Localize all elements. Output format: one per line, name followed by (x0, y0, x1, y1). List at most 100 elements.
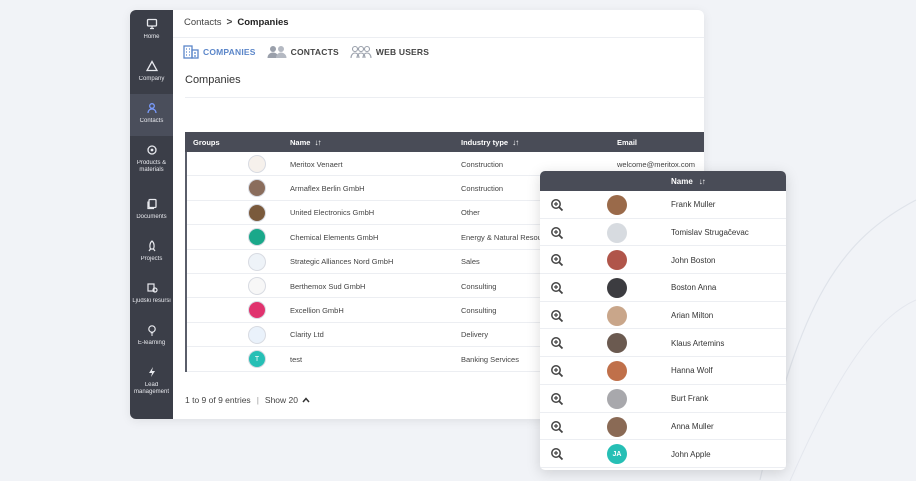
list-item[interactable]: Frank Muller (540, 191, 786, 219)
column-header-industry[interactable]: Industry type ↓↑ (461, 138, 519, 147)
popup-list: Frank Muller Tomislav Strugačevac John Bos… (540, 191, 786, 468)
documents-icon (145, 197, 159, 211)
sidebar-item-company[interactable]: Company (130, 52, 173, 94)
sidebar-item-products[interactable]: Products & materials (130, 136, 173, 178)
sidebar-item-label: E-learning (137, 340, 166, 346)
contact-name[interactable]: Boston Anna (671, 274, 716, 302)
zoom-in-icon[interactable] (550, 447, 564, 461)
contact-name[interactable]: Arian Milton (671, 302, 713, 330)
contact-name[interactable]: Tomislav Strugačevac (671, 219, 749, 247)
table-header: Groups Name ↓↑ Industry type ↓↑ Email (185, 132, 704, 152)
monitor-icon (145, 17, 159, 31)
avatar (607, 278, 627, 299)
sidebar-item-home[interactable]: Home (130, 10, 173, 52)
tab-web-users[interactable]: WEB USERS (350, 45, 429, 59)
zoom-in-icon[interactable] (550, 364, 564, 378)
avatar (607, 388, 627, 409)
breadcrumb: Contacts > Companies (184, 17, 289, 28)
list-item[interactable]: Klaus Artemins (540, 329, 786, 358)
contact-name[interactable]: Anna Muller (671, 413, 714, 441)
list-item[interactable]: Boston Anna (540, 274, 786, 302)
breadcrumb-separator: > (226, 17, 233, 28)
list-item[interactable]: Tomislav Strugačevac (540, 219, 786, 247)
rocket-icon (145, 239, 159, 253)
sidebar-item-label: Documents (136, 214, 167, 220)
avatar (607, 305, 627, 326)
company-logo (248, 276, 266, 295)
sidebar-item-hr[interactable]: Ljudski resursi (130, 274, 173, 316)
zoom-in-icon[interactable] (550, 226, 564, 240)
list-item[interactable]: Hanna Wolf (540, 357, 786, 385)
contact-name[interactable]: Klaus Artemins (671, 329, 724, 357)
zoom-in-icon[interactable] (550, 336, 564, 350)
company-name[interactable]: Strategic Alliances Nord GmbH (290, 250, 455, 274)
list-item[interactable]: Burt Frank (540, 385, 786, 413)
contacts-popup: Name ↓↑ Frank Muller Tomislav Strugačevac… (540, 171, 786, 470)
sidebar-item-label: Company (138, 76, 165, 82)
list-item[interactable]: Anna Muller (540, 413, 786, 441)
divider (185, 97, 704, 98)
divider (173, 37, 704, 38)
breadcrumb-parent[interactable]: Contacts (184, 17, 222, 28)
zoom-in-icon[interactable] (550, 281, 564, 295)
company-name[interactable]: Excellion GmbH (290, 298, 455, 322)
sidebar-item-lead-management[interactable]: Lead management (130, 358, 173, 400)
avatar: JA (607, 444, 627, 465)
page-size-label: Show 20 (264, 395, 298, 405)
company-logo (248, 301, 266, 320)
zoom-in-icon[interactable] (550, 420, 564, 434)
company-logo (248, 155, 266, 173)
tab-companies[interactable]: COMPANIES (183, 45, 256, 59)
gear-icon (145, 143, 159, 157)
company-logo (248, 325, 266, 344)
company-logo (248, 203, 266, 222)
tab-bar: COMPANIES CONTACTS WEB USERS (183, 42, 429, 62)
sort-icon[interactable]: ↓↑ (699, 177, 706, 186)
sidebar-item-documents[interactable]: Documents (130, 190, 173, 232)
lightbulb-icon (145, 323, 159, 337)
people-icon (267, 45, 287, 59)
contact-name[interactable]: Frank Muller (671, 191, 715, 219)
sidebar-item-contacts[interactable]: Contacts (130, 94, 173, 136)
sidebar-item-label: Home (143, 34, 160, 40)
zoom-in-icon[interactable] (550, 309, 564, 323)
contact-name[interactable]: John Boston (671, 246, 715, 274)
sort-icon[interactable]: ↓↑ (512, 138, 519, 147)
pager-separator: | (256, 395, 259, 405)
contact-name[interactable]: Hanna Wolf (671, 357, 713, 385)
company-name[interactable]: test (290, 347, 455, 371)
zoom-in-icon[interactable] (550, 253, 564, 267)
sidebar-item-label: Contacts (139, 118, 164, 124)
company-name[interactable]: Armaflex Berlin GmbH (290, 176, 455, 200)
company-logo: T (248, 350, 266, 369)
triangle-icon (145, 59, 159, 73)
sidebar-item-elearning[interactable]: E-learning (130, 316, 173, 358)
avatar (607, 250, 627, 271)
contact-name[interactable]: Burt Frank (671, 385, 708, 413)
company-name[interactable]: United Electronics GmbH (290, 201, 455, 225)
company-name[interactable]: Meritox Venaert (290, 152, 455, 176)
company-name[interactable]: Clarity Ltd (290, 323, 455, 347)
tab-label: CONTACTS (290, 47, 339, 57)
list-item[interactable]: JA John Apple (540, 440, 786, 468)
tab-contacts[interactable]: CONTACTS (267, 45, 339, 59)
company-logo (248, 179, 266, 198)
sidebar-item-label: Products & materials (136, 160, 167, 173)
company-logo (248, 228, 266, 247)
column-header-name[interactable]: Name (671, 177, 693, 186)
zoom-in-icon[interactable] (550, 392, 564, 406)
company-name[interactable]: Berthemox Sud GmbH (290, 274, 455, 298)
company-name[interactable]: Chemical Elements GmbH (290, 225, 455, 249)
page-size-selector[interactable]: Show 20 (265, 395, 310, 405)
popup-header: Name ↓↑ (540, 171, 786, 191)
list-item[interactable]: Arian Milton (540, 302, 786, 330)
tab-label: COMPANIES (203, 47, 256, 57)
zoom-in-icon[interactable] (550, 198, 564, 212)
avatar (607, 333, 627, 354)
contact-name[interactable]: John Apple (671, 440, 711, 468)
sidebar-item-projects[interactable]: Projects (130, 232, 173, 274)
sort-icon[interactable]: ↓↑ (314, 138, 321, 147)
list-item[interactable]: John Boston (540, 246, 786, 275)
column-header-name[interactable]: Name ↓↑ (290, 138, 321, 147)
avatar (607, 416, 627, 437)
